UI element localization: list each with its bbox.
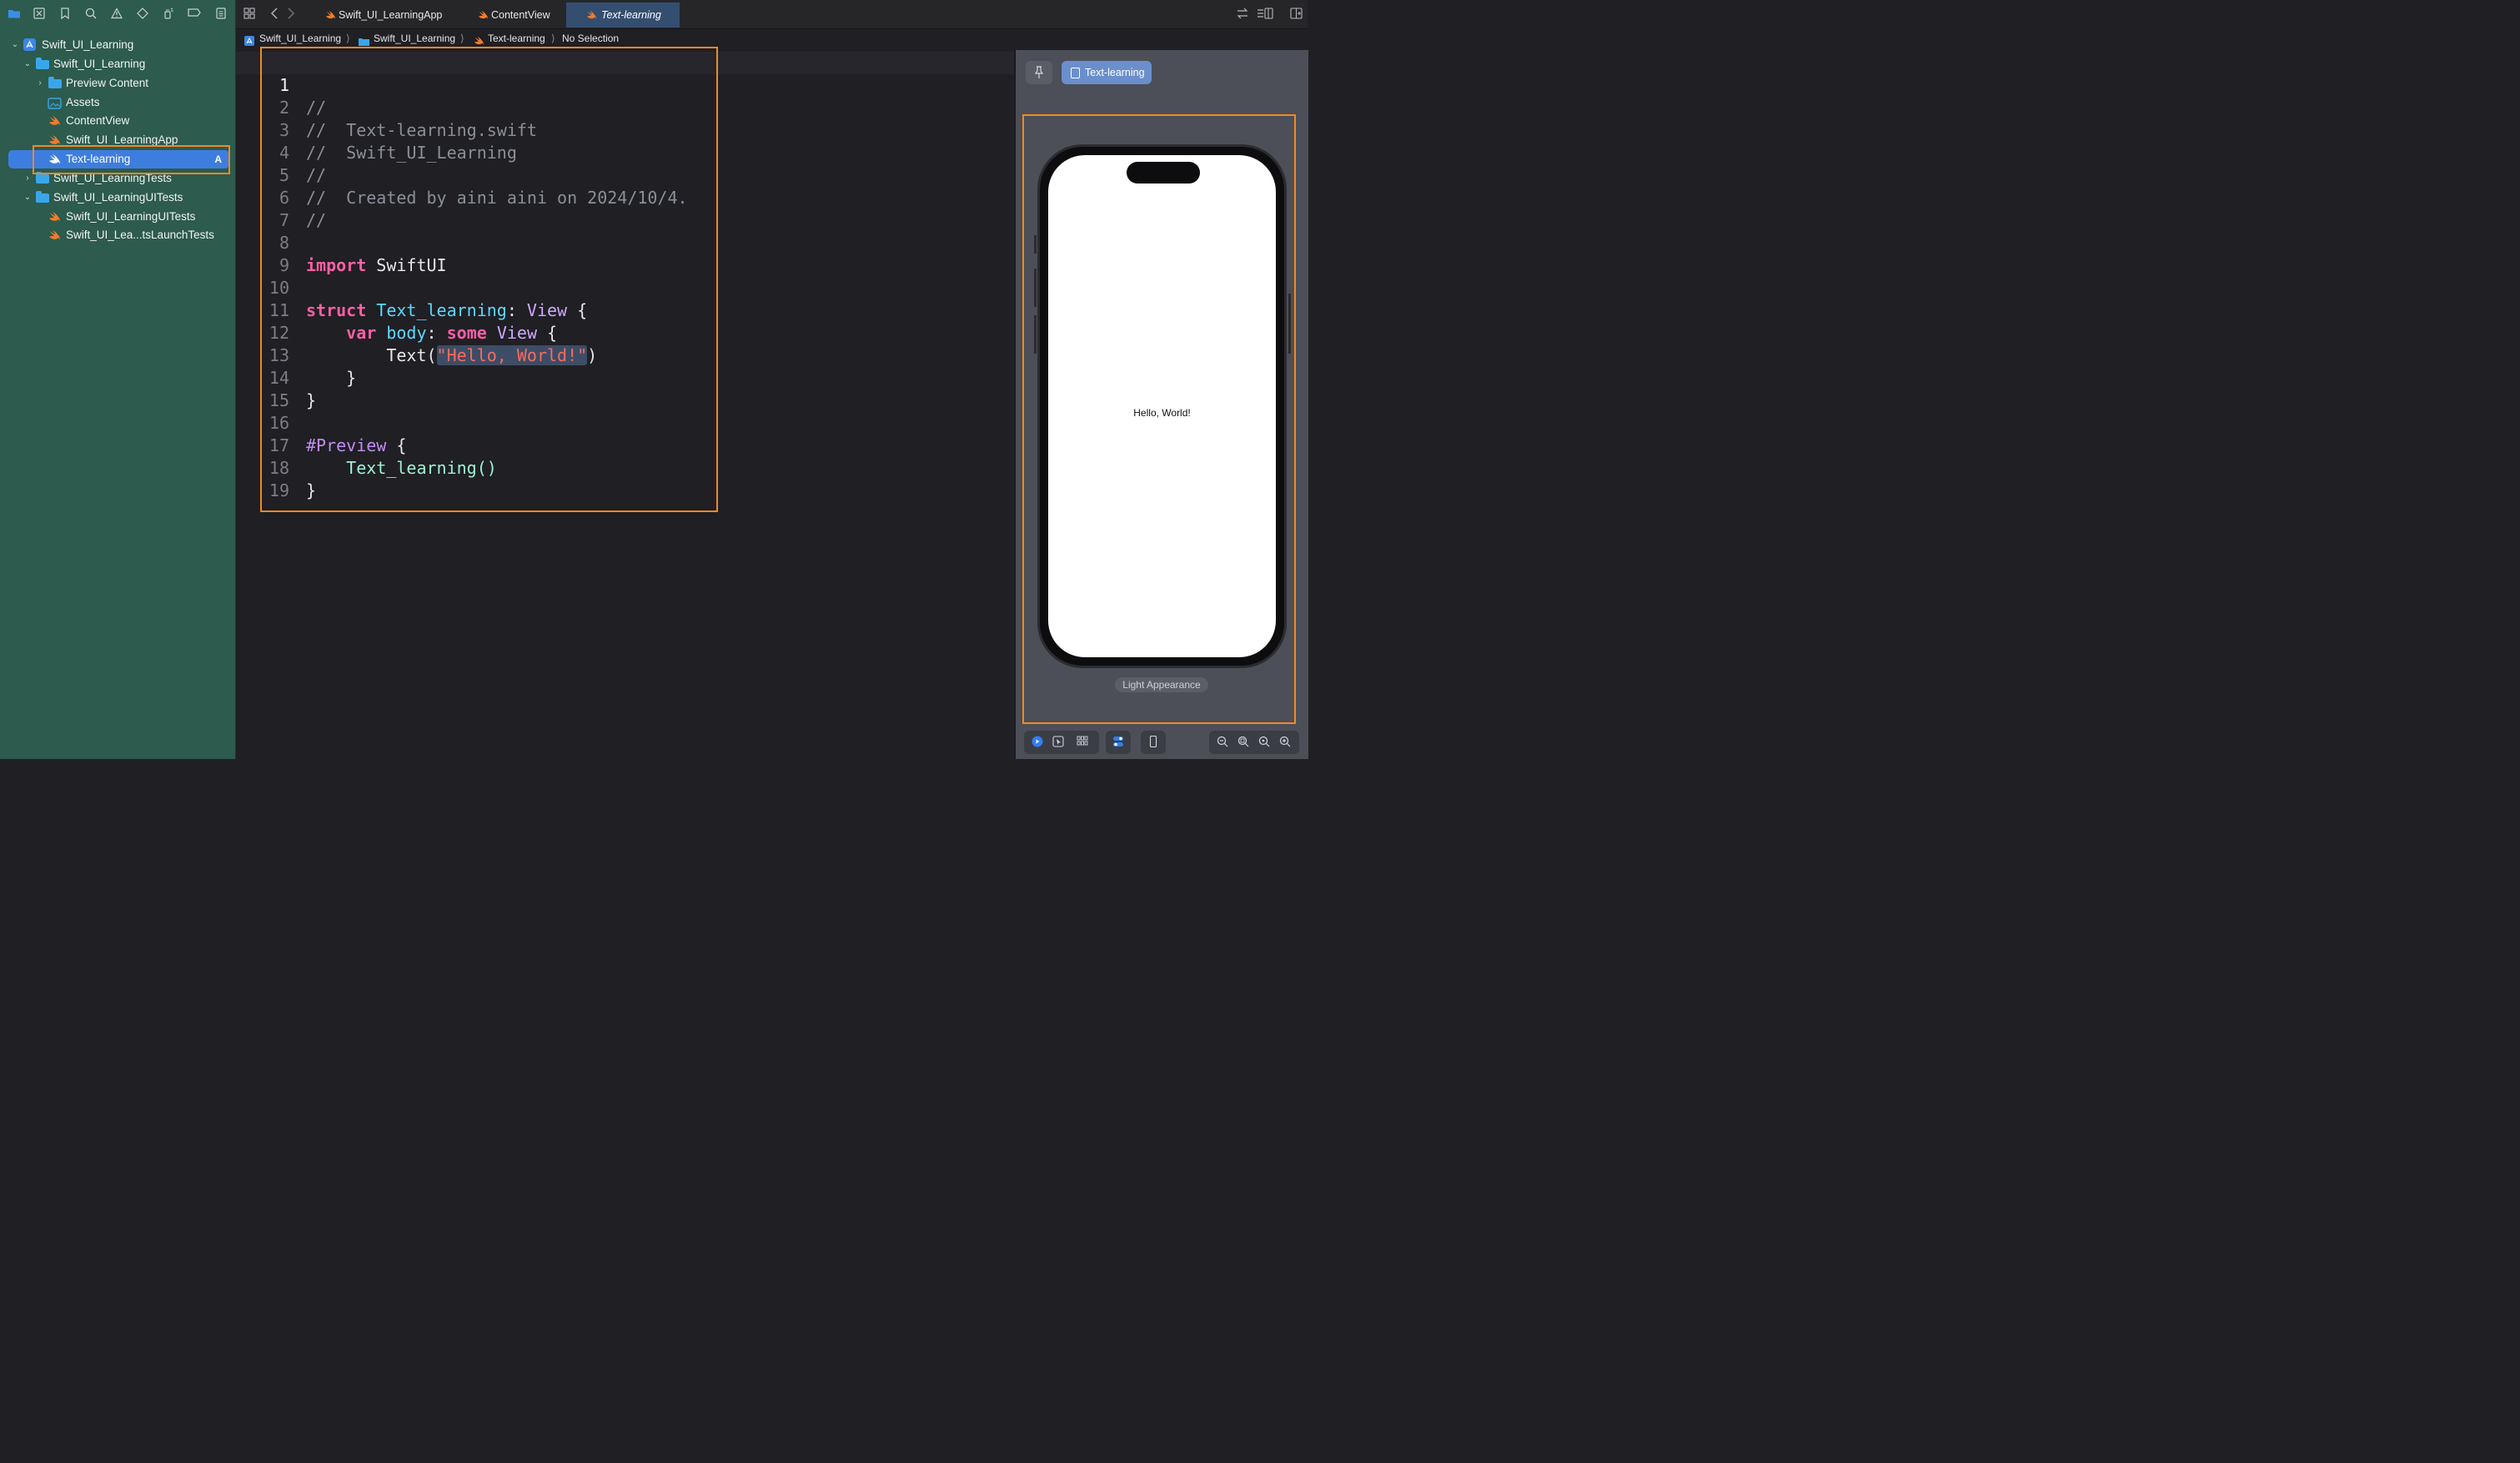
tree-item-uitests[interactable]: ⌄ Swift_UI_LearningUITests: [0, 189, 235, 207]
tree-item-preview-content[interactable]: › Preview Content: [0, 74, 235, 93]
selectable-icon[interactable]: [1052, 736, 1065, 749]
breadcrumb-separator-icon: ⟩: [460, 33, 464, 44]
tree-item-project[interactable]: ⌄ Swift_UI_Learning: [0, 36, 235, 54]
swift-file-icon: [48, 134, 62, 146]
tab-contentview[interactable]: ContentView: [469, 3, 561, 28]
device-select-group: [1141, 731, 1166, 754]
navigator-toolbar: [0, 0, 235, 28]
breadcrumb-separator-icon: ⟩: [551, 33, 555, 44]
breakpoint-icon[interactable]: [188, 8, 201, 21]
search-icon[interactable]: [84, 8, 98, 21]
swap-arrows-icon[interactable]: [1236, 8, 1249, 21]
report-icon[interactable]: [214, 8, 228, 21]
project-navigator: ⌄ Swift_UI_Learning ⌄ Swift_UI_Learning …: [0, 0, 236, 759]
zoom-group: [1209, 731, 1299, 754]
tree-item-label: Swift_UI_Learning: [53, 58, 146, 70]
issue-warning-icon[interactable]: [110, 8, 123, 21]
annotation-highlight-box: [33, 145, 230, 174]
chevron-right-icon[interactable]: [284, 8, 298, 21]
tree-item-label: Swift_UI_LearningUITests: [53, 191, 183, 204]
tree-item-launchtests-file[interactable]: Swift_UI_Lea...tsLaunchTests: [0, 226, 235, 244]
tree-item-label: Swift_UI_LearningUITests: [66, 210, 196, 223]
mode-group: [1024, 731, 1099, 754]
swift-file-icon: [478, 3, 489, 29]
preview-canvas: Text-learning Hello, World! Light Appear…: [1015, 50, 1308, 759]
tree-item-label: Assets: [66, 96, 100, 108]
tab-label: Text-learning: [601, 9, 661, 21]
folder-icon: [359, 33, 369, 46]
annotation-highlight-box: [1022, 114, 1296, 724]
test-diamond-icon[interactable]: [136, 8, 149, 21]
zoom-actual-icon[interactable]: [1257, 736, 1271, 749]
source-control-icon[interactable]: [33, 8, 46, 21]
bookmark-icon[interactable]: [58, 8, 72, 21]
zoom-out-icon[interactable]: [1216, 736, 1229, 749]
xcode-project-icon: [244, 33, 254, 52]
source-editor[interactable]: 1 // 2 // Text-learning.swift 3 // Swift…: [236, 47, 1014, 759]
editor-tab-bar: Swift_UI_LearningApp ContentView Text-le…: [236, 0, 1308, 29]
annotation-highlight-box: [260, 47, 718, 512]
folder-icon: [36, 172, 49, 184]
zoom-in-icon[interactable]: [1278, 736, 1292, 749]
tree-item-label: Swift_UI_Learning: [42, 38, 134, 51]
device-settings-icon[interactable]: [1112, 736, 1125, 749]
split-editor-icon[interactable]: [1289, 8, 1303, 21]
tree-item-uitests-file[interactable]: Swift_UI_LearningUITests: [0, 208, 235, 226]
tree-item-label: Swift_UI_Lea...tsLaunchTests: [66, 229, 214, 241]
tab-label: Swift_UI_LearningApp: [339, 9, 443, 21]
preview-selector-button[interactable]: Text-learning: [1062, 61, 1152, 84]
swift-file-icon: [586, 3, 597, 29]
preview-selector-label: Text-learning: [1085, 67, 1145, 78]
asset-catalog-icon: [48, 97, 62, 109]
breadcrumb-separator-icon: ⟩: [346, 33, 350, 44]
swift-file-icon: [48, 211, 62, 223]
swift-file-icon: [325, 3, 336, 29]
chevron-right-icon[interactable]: ›: [35, 74, 45, 93]
folder-icon: [36, 191, 49, 203]
debug-spray-icon[interactable]: [162, 8, 175, 21]
tree-item-folder-main[interactable]: ⌄ Swift_UI_Learning: [0, 55, 235, 73]
chevron-down-icon[interactable]: ⌄: [23, 189, 33, 207]
breadcrumb-item[interactable]: Text-learning: [488, 29, 545, 48]
swift-file-icon: [48, 229, 62, 241]
folder-icon: [36, 58, 49, 69]
zoom-fit-icon[interactable]: [1237, 736, 1250, 749]
tab-swift-ui-learningapp[interactable]: Swift_UI_LearningApp: [317, 3, 467, 28]
tree-item-contentview[interactable]: ContentView: [0, 112, 235, 130]
breadcrumb-item[interactable]: No Selection: [562, 29, 619, 48]
folder-icon[interactable]: [8, 8, 21, 21]
iphone-device-icon[interactable]: [1147, 735, 1160, 749]
folder-icon: [48, 77, 62, 88]
chevron-down-icon[interactable]: ⌄: [23, 55, 33, 73]
breadcrumb-item[interactable]: Swift_UI_Learning: [259, 29, 341, 48]
pin-icon[interactable]: [1026, 61, 1052, 84]
chevron-down-icon[interactable]: ⌄: [10, 36, 20, 54]
editor-options-icon[interactable]: [1257, 8, 1273, 21]
chevron-right-icon[interactable]: ›: [23, 169, 33, 188]
tree-item-label: Preview Content: [66, 77, 149, 89]
xcode-project-icon: [23, 38, 36, 51]
breadcrumb-item[interactable]: Swift_UI_Learning: [374, 29, 455, 48]
variants-grid-icon[interactable]: [1076, 736, 1089, 749]
xcode-window: ⌄ Swift_UI_Learning ⌄ Swift_UI_Learning …: [0, 0, 1308, 759]
tree-item-assets[interactable]: Assets: [0, 93, 235, 112]
canvas-bottom-toolbar: [1016, 724, 1308, 759]
preview-window-icon: [1071, 68, 1080, 78]
tree-item-label: ContentView: [66, 114, 130, 127]
live-play-icon[interactable]: [1031, 736, 1044, 749]
device-settings-group: [1106, 731, 1131, 754]
chevron-left-icon[interactable]: [268, 8, 281, 21]
tab-label: ContentView: [491, 9, 550, 21]
swift-file-icon: [48, 115, 62, 127]
grid-icon[interactable]: [243, 8, 256, 21]
tab-text-learning[interactable]: Text-learning: [566, 3, 680, 28]
